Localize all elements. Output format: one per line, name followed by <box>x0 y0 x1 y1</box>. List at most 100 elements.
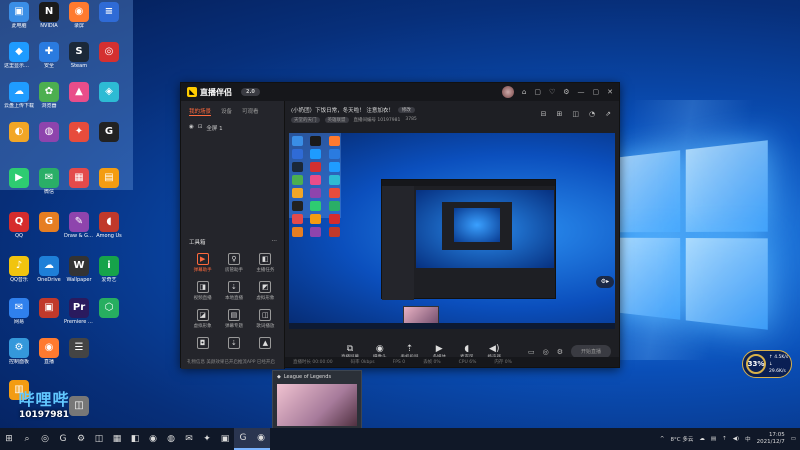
edge-icon[interactable]: ◎ <box>36 428 54 450</box>
tool-item[interactable]: ▤ 弹幕专题 <box>218 309 249 329</box>
desktop-icon[interactable]: ⚙ 控制面板 <box>4 338 34 374</box>
desktop-icon[interactable]: ◈ <box>94 82 124 118</box>
desktop-icon[interactable]: i 爱奇艺 <box>94 256 124 292</box>
tray-item[interactable]: ^ <box>660 436 665 442</box>
tool-item[interactable]: ♀ 房管助手 <box>218 253 249 273</box>
desktop-icon[interactable]: ◆这里显示本地用户信息 <box>4 42 34 78</box>
app-icon[interactable]: ◧ <box>126 428 144 450</box>
desktop-icon[interactable]: ✿ 浏览器 <box>34 82 64 118</box>
desktop-icon[interactable]: ▦ <box>64 168 94 204</box>
window-titlebar[interactable]: ◣ 直播伴侣 2.0 ⌂ ▢ ♡ ⚙ — ▢ ✕ <box>181 83 619 101</box>
lock-icon[interactable]: ⊡ <box>198 124 203 132</box>
desktop-icon[interactable]: ✉ 网易 <box>4 298 34 334</box>
tool-item[interactable]: ◫ 歌词播放 <box>250 309 281 329</box>
desktop-icon[interactable]: ⬡ <box>94 298 124 334</box>
app-icon[interactable]: ◍ <box>162 428 180 450</box>
desktop-icon[interactable]: ▤ <box>94 168 124 204</box>
scene-item[interactable]: ◉ ⊡ 全屏 1 <box>181 120 284 136</box>
lol-icon[interactable]: G <box>234 428 252 450</box>
window-icon[interactable]: ◫ <box>572 110 579 118</box>
bell-icon[interactable]: ◔ <box>589 110 595 118</box>
share-icon[interactable]: ⇗ <box>605 110 611 118</box>
desktop-icon[interactable]: ♪ QQ音乐 <box>4 256 34 292</box>
tool-item[interactable]: ◩ 虚拟形象 <box>250 281 281 301</box>
room-meta-item[interactable]: 天堂的天门 <box>291 117 320 123</box>
desktop-icon[interactable]: ☁ OneDrive <box>34 256 64 292</box>
desktop-icon[interactable]: ▣ 此电脑 <box>4 2 34 38</box>
version-badge[interactable]: 2.0 <box>241 88 260 96</box>
desktop-icon[interactable]: ◐ <box>4 122 34 158</box>
tool-item[interactable]: ◘ <box>187 337 218 351</box>
desktop-icon[interactable]: ▣ <box>34 298 64 334</box>
app-icon[interactable]: ▣ <box>216 428 234 450</box>
room-title[interactable]: (小奶团）下饭日常，冬天啦！ 注意加衣！ <box>291 106 394 114</box>
desktop-icon[interactable]: ▶ <box>4 168 34 204</box>
stream-preview[interactable] <box>289 133 615 329</box>
avatar[interactable] <box>501 86 514 98</box>
minimize-icon[interactable]: — <box>578 88 585 96</box>
search-icon[interactable]: ⌕ <box>18 428 36 450</box>
heart-icon[interactable]: ♡ <box>549 88 555 96</box>
chrome-icon[interactable]: G <box>54 428 72 450</box>
start-icon[interactable]: ⊞ <box>0 428 18 450</box>
desktop-icon[interactable]: Q QQ <box>4 212 34 248</box>
wechat-icon[interactable]: ✉ <box>180 428 198 450</box>
maximize-icon[interactable]: ▢ <box>593 88 600 96</box>
desktop-icon[interactable]: ≡ <box>94 2 124 38</box>
tool-item[interactable]: ⇣ 本地直播 <box>218 281 249 301</box>
record-icon[interactable]: ◎ <box>543 348 549 356</box>
taskbar-preview-popup[interactable]: ◆ League of Legends <box>272 370 362 428</box>
app-icon[interactable]: ◫ <box>90 428 108 450</box>
dock-icon[interactable]: ⊟ <box>541 110 547 118</box>
sidebar-tab[interactable]: 可观看 <box>242 107 259 116</box>
tray-item[interactable]: ⇡ <box>722 436 727 442</box>
window-icon[interactable]: ▢ <box>534 88 541 96</box>
tray-item[interactable]: 中 <box>745 435 751 443</box>
tool-item[interactable]: ◨ 视频直播 <box>187 281 218 301</box>
desktop-icon[interactable]: ◖ Among Us <box>94 212 124 248</box>
desktop-icon[interactable]: ◎ <box>94 42 124 78</box>
steam-icon[interactable]: ⚙ <box>72 428 90 450</box>
desktop-icon[interactable]: ✎Draw & Guess <box>64 212 94 248</box>
tray-item[interactable]: ☁ <box>699 436 705 442</box>
tray-item[interactable]: 8°C 多云 <box>671 435 694 443</box>
settings-icon[interactable]: ⚙ <box>563 88 569 96</box>
layout-icon[interactable]: ⊞ <box>557 110 563 118</box>
popup-thumbnail[interactable] <box>277 384 357 426</box>
desktop-icon[interactable]: Pr Premiere Pro <box>64 298 94 334</box>
home-icon[interactable]: ⌂ <box>522 88 526 96</box>
desktop-icon[interactable]: ◉ 直播 <box>34 338 64 374</box>
desktop-icon[interactable]: ✚ 安全 <box>34 42 64 78</box>
live-icon[interactable]: ◉ <box>252 428 270 450</box>
desktop-icon[interactable]: S Steam <box>64 42 94 78</box>
live-companion-window[interactable]: ◣ 直播伴侣 2.0 ⌂ ▢ ♡ ⚙ — ▢ ✕ 我的场景 设备 可观看 ◉ ⊡ 全屏 1 工具… <box>180 82 620 369</box>
desktop-icon[interactable]: ▲ <box>64 82 94 118</box>
sidebar-tab[interactable]: 我的场景 <box>189 107 212 116</box>
tray-item[interactable]: ◀) <box>733 436 739 442</box>
floating-gear-icon[interactable]: ⚙▸ <box>596 276 614 288</box>
app-icon[interactable]: ◉ <box>144 428 162 450</box>
close-icon[interactable]: ✕ <box>607 88 613 96</box>
edit-title-button[interactable]: 修改 <box>397 107 415 113</box>
app-icon[interactable]: ▦ <box>108 428 126 450</box>
tool-item[interactable]: ◪ 虚拟形象 <box>187 309 218 329</box>
desktop-icon[interactable]: ☁ 云盘上传下载 <box>4 82 34 118</box>
tool-item[interactable]: ▲ <box>250 337 281 351</box>
tool-item[interactable]: ▶ 弹幕助手 <box>187 253 218 273</box>
tool-item[interactable]: ⇣ <box>218 337 249 351</box>
desktop-icon[interactable]: ◍ <box>34 122 64 158</box>
sidebar-tab[interactable]: 设备 <box>221 107 232 116</box>
screen-icon[interactable]: ▭ <box>528 348 535 356</box>
more-icon[interactable]: ⋯ <box>272 238 278 246</box>
desktop-icon[interactable]: G <box>94 122 124 158</box>
desktop-icon[interactable]: W Wallpaper <box>64 256 94 292</box>
tool-item[interactable]: ◧ 主播任务 <box>250 253 281 273</box>
app-icon[interactable]: ✦ <box>198 428 216 450</box>
clock[interactable]: 17:05 2021/12/7 <box>757 432 785 446</box>
desktop-icon[interactable]: ☰ <box>64 338 94 374</box>
desktop-icon[interactable]: ✉ 微信 <box>34 168 64 204</box>
settings-icon[interactable]: ⚙ <box>557 348 563 356</box>
network-widget[interactable]: 33% ↑ 4.5K/s ↓ 29.6K/s <box>742 350 792 378</box>
desktop-icon[interactable]: N NVIDIA <box>34 2 64 38</box>
notification-icon[interactable]: ▭ <box>791 436 796 442</box>
